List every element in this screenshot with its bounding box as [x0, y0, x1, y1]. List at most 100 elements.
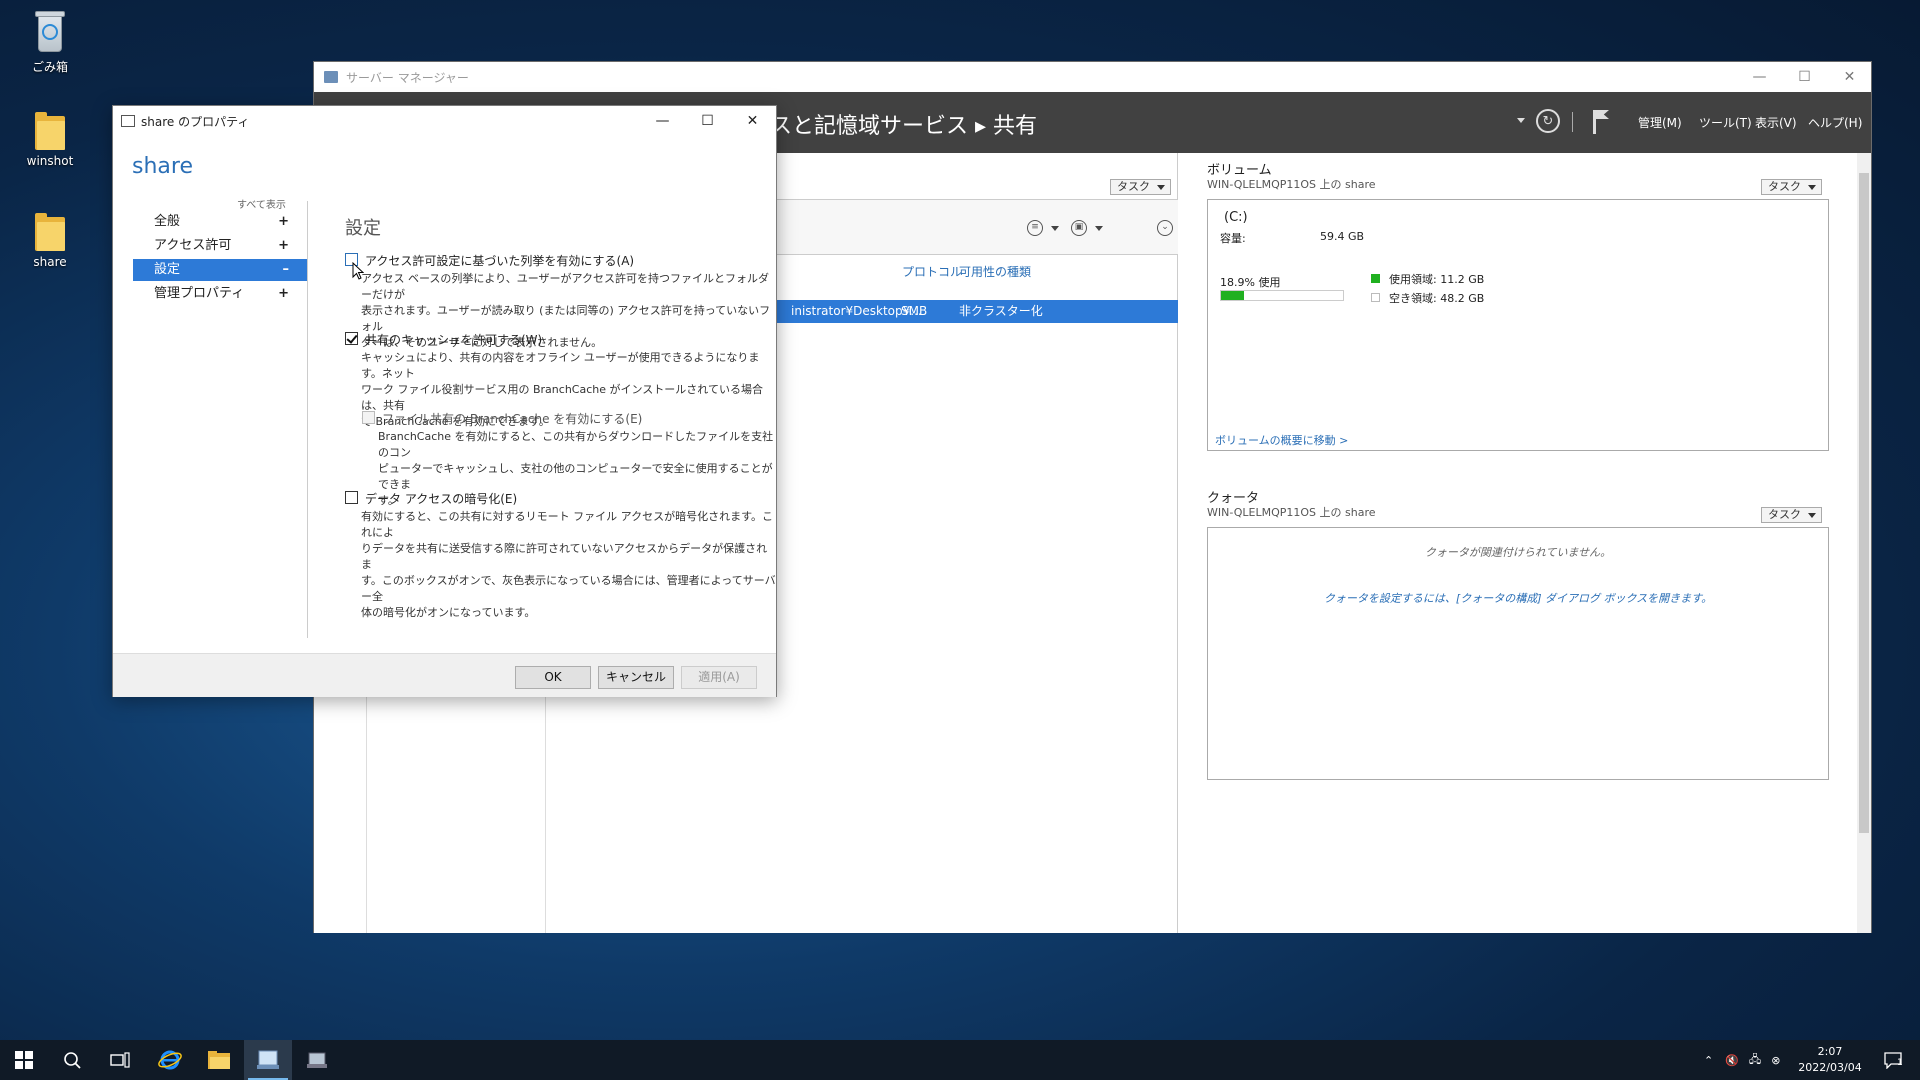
- branchcache-label[interactable]: ファイル共有の BranchCache を有効にする(E): [382, 410, 642, 427]
- history-dropdown-icon[interactable]: [1517, 118, 1525, 123]
- blocked-icon[interactable]: ⊗: [1771, 1054, 1780, 1067]
- free-legend-swatch: [1371, 293, 1380, 302]
- nav-item-permissions[interactable]: アクセス許可 +: [133, 235, 307, 257]
- volume-overview-link[interactable]: ボリュームの概要に移動 >: [1215, 432, 1348, 448]
- task-view-icon[interactable]: [96, 1040, 144, 1080]
- dialog-footer: OK キャンセル 適用(A): [113, 653, 776, 697]
- desktop-icon-share[interactable]: share: [10, 213, 90, 269]
- drive-label: (C:): [1224, 210, 1248, 225]
- collapse-icon: –: [282, 262, 290, 277]
- dialog-divider: [307, 201, 308, 638]
- capacity-label: 容量:: [1220, 232, 1246, 245]
- show-all-link[interactable]: すべて表示: [237, 196, 286, 211]
- maximize-button[interactable]: ☐: [1782, 62, 1827, 92]
- apply-button[interactable]: 適用(A): [681, 666, 757, 689]
- desc-line: りデータを共有に送受信する際に許可されていないアクセスからデータが保護されま: [361, 542, 768, 571]
- quota-tasks-dropdown[interactable]: タスク: [1761, 507, 1822, 523]
- column-header-protocol[interactable]: プロトコル: [902, 263, 962, 280]
- breadcrumb: スと記憶域サービス ▸ 共有: [770, 114, 1038, 139]
- cancel-button[interactable]: キャンセル: [598, 666, 674, 689]
- quota-config-hint[interactable]: クォータを設定するには、[クォータの構成] ダイアログ ボックスを開きます。: [1208, 590, 1828, 606]
- settings-section-title: 設定: [345, 218, 381, 239]
- action-center-icon[interactable]: 1: [1870, 1040, 1916, 1080]
- desc-line: BranchCache を有効にすると、この共有からダウンロードしたファイルを支…: [378, 430, 774, 459]
- dialog-heading: share: [132, 154, 193, 179]
- encrypt-checkbox[interactable]: [345, 491, 358, 504]
- desktop-icon-winshot[interactable]: winshot: [10, 112, 90, 168]
- used-space-label: 使用領域: 11.2 GB: [1389, 273, 1485, 286]
- scrollbar-thumb[interactable]: [1859, 173, 1869, 833]
- server-tool-taskbar-icon[interactable]: [293, 1040, 341, 1080]
- save-query-icon[interactable]: ▣: [1071, 220, 1087, 236]
- tray-overflow-chevron-icon[interactable]: ⌃: [1704, 1054, 1713, 1067]
- menu-help[interactable]: ヘルプ(H): [1808, 114, 1862, 131]
- shares-tasks-dropdown[interactable]: タスク: [1110, 179, 1171, 195]
- file-explorer-icon[interactable]: [195, 1040, 243, 1080]
- volume-muted-icon[interactable]: 🔇: [1725, 1054, 1739, 1067]
- usage-bar: [1220, 290, 1344, 301]
- menu-manage[interactable]: 管理(M): [1638, 114, 1682, 131]
- quota-box: クォータが関連付けられていません。 クォータを設定するには、[クォータの構成] …: [1207, 527, 1829, 780]
- folder-icon: [35, 213, 65, 251]
- desktop-icon-label: ごみ箱: [31, 60, 68, 74]
- usage-text: 18.9% 使用: [1220, 276, 1281, 289]
- taskbar: ⌃ 🔇 🖧 ⊗ 2:07 2022/03/04 1: [0, 1040, 1920, 1080]
- expand-icon[interactable]: ⌄: [1157, 220, 1173, 236]
- server-manager-titlebar[interactable]: サーバー マネージャー: [314, 62, 1871, 92]
- nav-item-label: 全般: [154, 214, 181, 229]
- abe-label[interactable]: アクセス許可設定に基づいた列挙を有効にする(A): [365, 252, 634, 269]
- branchcache-checkbox[interactable]: [362, 411, 375, 424]
- nav-item-label: 設定: [154, 262, 181, 277]
- notifications-flag-icon[interactable]: [1593, 110, 1596, 134]
- share-availability-cell: 非クラスター化: [959, 304, 1043, 318]
- desc-line: アクセス ベースの列挙により、ユーザーがアクセス許可を持つファイルとフォルダーだ…: [361, 272, 769, 301]
- share-properties-dialog: share のプロパティ — ☐ ✕ share すべて表示 全般 + アクセス…: [112, 105, 777, 697]
- windows-logo-icon: [15, 1051, 33, 1069]
- volume-panel-subtitle: WIN-QLELMQP11OS 上の share: [1207, 178, 1376, 191]
- mouse-cursor-icon: [352, 262, 364, 280]
- search-icon[interactable]: [48, 1040, 96, 1080]
- nav-item-label: アクセス許可: [154, 238, 232, 253]
- taskbar-clock[interactable]: 2:07 2022/03/04: [1795, 1044, 1865, 1076]
- cache-checkbox[interactable]: [345, 332, 358, 345]
- quota-empty-text: クォータが関連付けられていません。: [1424, 546, 1612, 559]
- desktop-icon-label: winshot: [26, 154, 74, 168]
- folder-icon: [35, 112, 65, 150]
- menu-tools[interactable]: ツール(T): [1699, 114, 1752, 131]
- dialog-maximize-button[interactable]: ☐: [685, 106, 730, 136]
- list-view-icon[interactable]: ≡: [1027, 220, 1043, 236]
- nav-item-management-properties[interactable]: 管理プロパティ +: [133, 283, 307, 305]
- internet-explorer-icon[interactable]: [146, 1040, 194, 1080]
- start-button[interactable]: [0, 1040, 48, 1080]
- dialog-minimize-button[interactable]: —: [640, 106, 685, 136]
- encrypt-description: 有効にすると、この共有に対するリモート ファイル アクセスが暗号化されます。これ…: [361, 509, 776, 621]
- save-query-dropdown-icon[interactable]: [1095, 226, 1103, 231]
- encrypt-label[interactable]: データ アクセスの暗号化(E): [365, 490, 517, 507]
- clock-date: 2022/03/04: [1798, 1061, 1862, 1074]
- expand-icon: +: [278, 214, 289, 229]
- toolbar-divider: [1572, 112, 1573, 132]
- list-view-dropdown-icon[interactable]: [1051, 226, 1059, 231]
- column-header-availability[interactable]: 可用性の種類: [959, 263, 1031, 280]
- recycle-bin-icon: [32, 10, 68, 54]
- nav-item-general[interactable]: 全般 +: [133, 211, 307, 233]
- cache-label[interactable]: 共有のキャッシュを許可する(W): [365, 331, 542, 348]
- dialog-close-button[interactable]: ✕: [730, 106, 775, 136]
- used-legend-swatch: [1371, 274, 1380, 283]
- refresh-icon[interactable]: ↻: [1536, 109, 1560, 133]
- server-manager-taskbar-icon[interactable]: [244, 1040, 292, 1080]
- menu-view[interactable]: 表示(V): [1755, 114, 1797, 131]
- minimize-button[interactable]: —: [1737, 62, 1782, 92]
- share-protocol-cell: SMB: [901, 304, 928, 318]
- desc-line: 体の暗号化がオンになっています。: [361, 606, 536, 619]
- dialog-title: share のプロパティ: [141, 114, 250, 129]
- volume-tasks-dropdown[interactable]: タスク: [1761, 179, 1822, 195]
- network-icon[interactable]: 🖧: [1749, 1051, 1761, 1070]
- free-space-label: 空き領域: 48.2 GB: [1389, 292, 1485, 305]
- nav-item-settings[interactable]: 設定 –: [133, 259, 307, 281]
- desktop-icon-recycle-bin[interactable]: ごみ箱: [10, 10, 90, 75]
- desc-line: キャッシュにより、共有の内容をオフライン ユーザーが使用できるようになります。ネ…: [361, 351, 760, 380]
- ok-button[interactable]: OK: [515, 666, 591, 689]
- system-tray: ⌃ 🔇 🖧 ⊗: [1704, 1040, 1790, 1080]
- close-button[interactable]: ✕: [1827, 62, 1872, 92]
